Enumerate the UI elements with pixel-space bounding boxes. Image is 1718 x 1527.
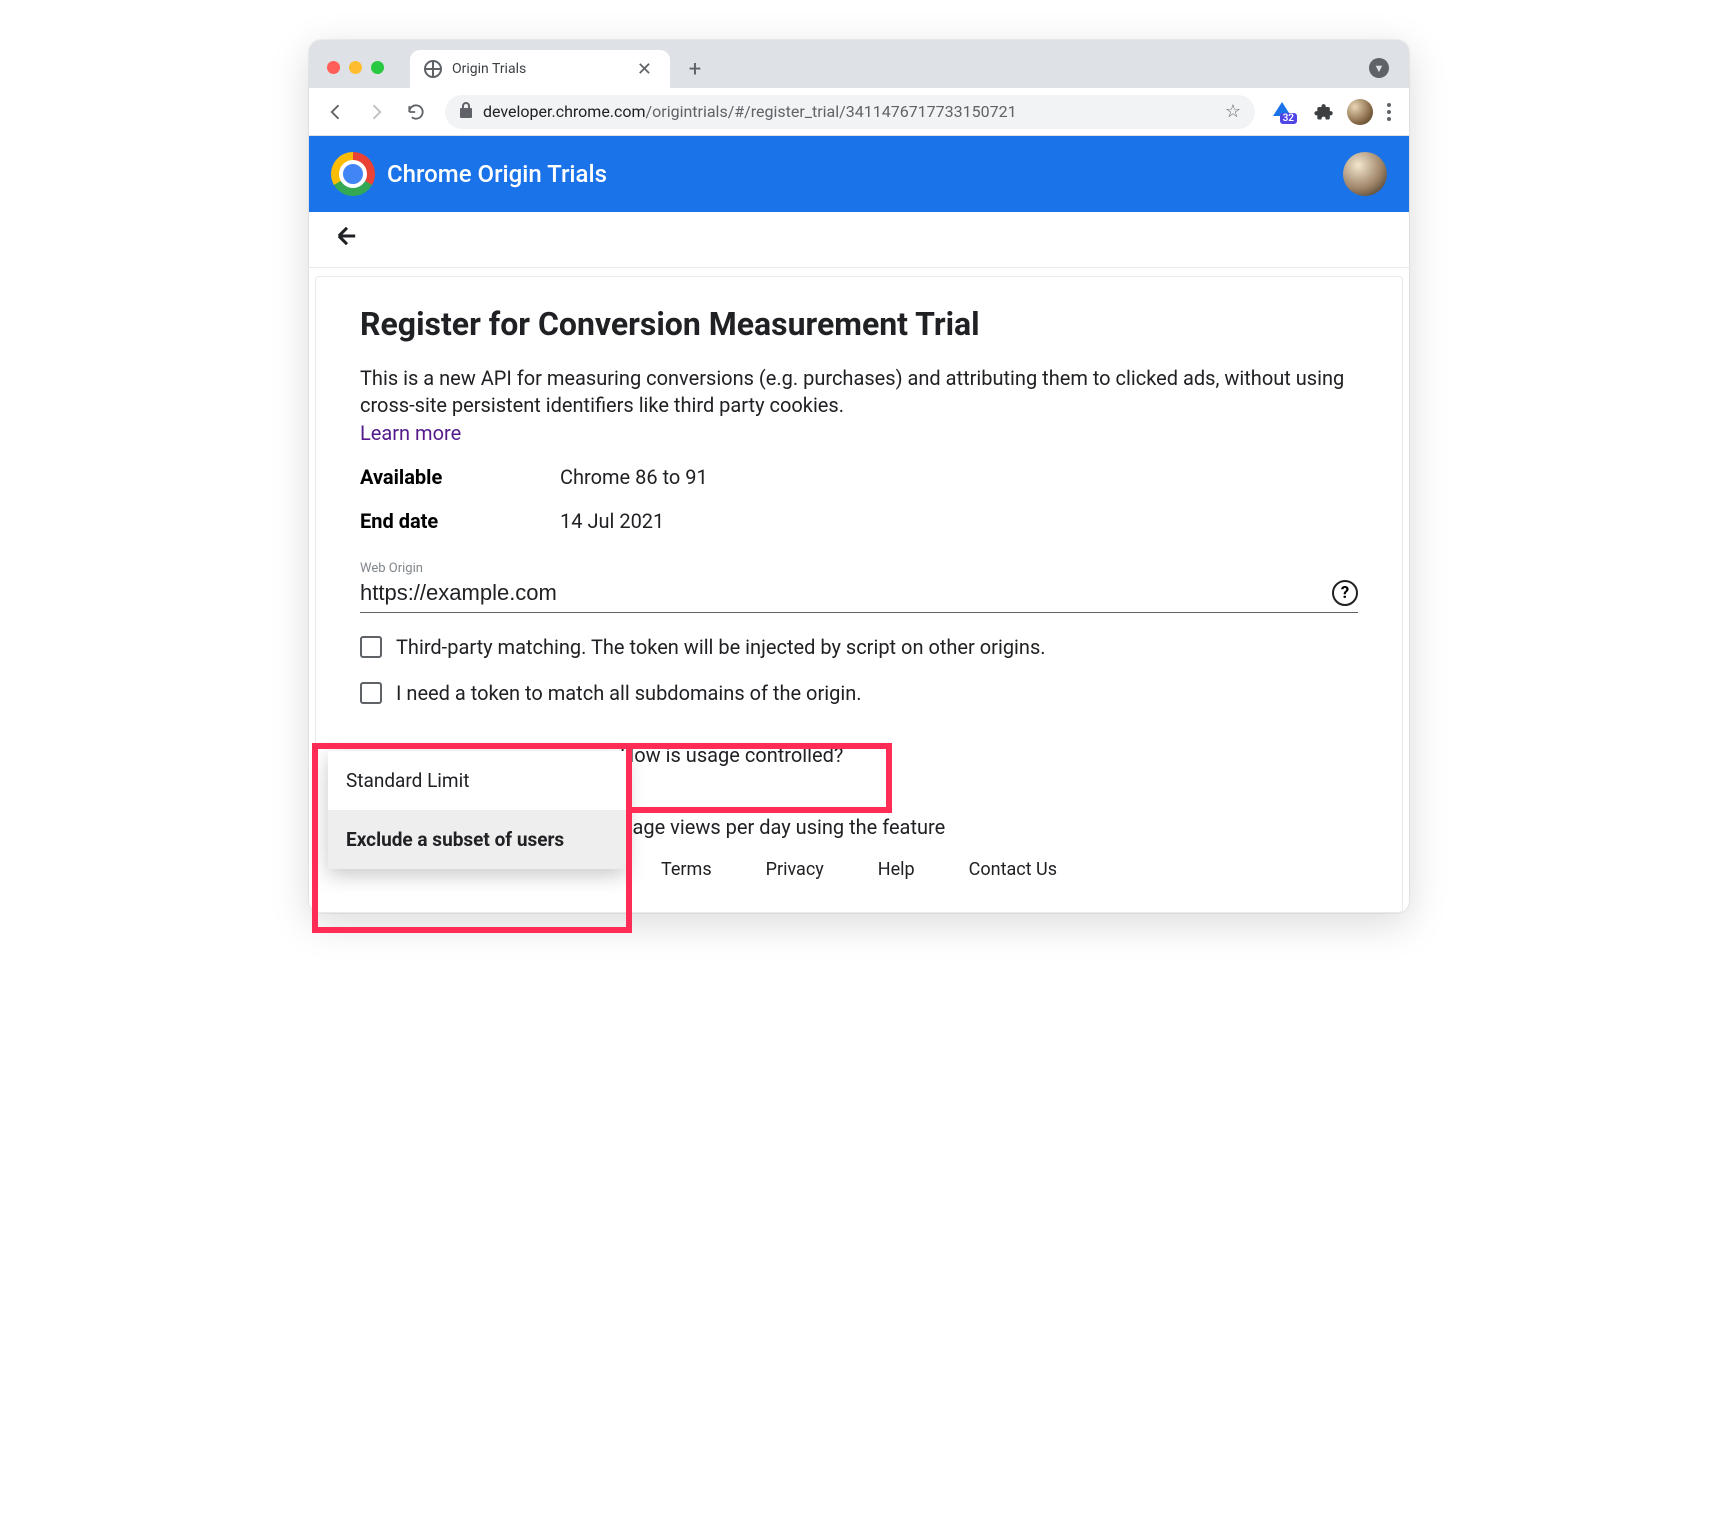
page-description: This is a new API for measuring conversi… [360, 365, 1358, 419]
web-origin-input[interactable] [360, 578, 1322, 608]
web-origin-label: Web Origin [360, 561, 1358, 576]
nav-forward-button[interactable] [359, 95, 393, 129]
url-text: developer.chrome.com/origintrials/#/regi… [483, 102, 1215, 121]
learn-more-link[interactable]: Learn more [360, 421, 461, 445]
reload-button[interactable] [399, 95, 433, 129]
available-value: Chrome 86 to 91 [560, 465, 708, 489]
profile-avatar-small[interactable] [1347, 99, 1373, 125]
footer-contact-link[interactable]: Contact Us [969, 859, 1057, 880]
subdomains-label: I need a token to match all subdomains o… [396, 681, 862, 705]
browser-toolbar: developer.chrome.com/origintrials/#/regi… [309, 88, 1409, 136]
window-controls [321, 61, 392, 88]
end-date-value: 14 Jul 2021 [560, 509, 664, 533]
browser-window: Origin Trials ✕ + ▼ developer.chrome.com… [309, 40, 1409, 913]
usage-controlled-link[interactable]: How is usage controlled? [620, 743, 843, 767]
chrome-logo-icon [331, 152, 375, 196]
close-tab-icon[interactable]: ✕ [633, 59, 656, 80]
third-party-checkbox[interactable] [360, 636, 382, 658]
lock-icon [459, 102, 473, 122]
globe-icon [424, 60, 442, 78]
footer-help-link[interactable]: Help [878, 859, 915, 880]
back-row [309, 212, 1409, 268]
app-title: Chrome Origin Trials [387, 160, 607, 188]
minimize-window-button[interactable] [349, 61, 362, 74]
dropdown-option-standard[interactable]: Standard Limit [328, 751, 626, 810]
tab-title: Origin Trials [452, 61, 623, 77]
tab-bar: Origin Trials ✕ + ▼ [309, 40, 1409, 88]
page-heading: Register for Conversion Measurement Tria… [360, 305, 1358, 343]
address-bar[interactable]: developer.chrome.com/origintrials/#/regi… [445, 95, 1255, 129]
page-back-button[interactable] [323, 216, 371, 263]
profile-avatar-large[interactable] [1343, 152, 1387, 196]
registration-card: Register for Conversion Measurement Tria… [315, 276, 1403, 913]
help-icon[interactable]: ? [1332, 580, 1358, 606]
bookmark-star-icon[interactable]: ☆ [1225, 101, 1241, 122]
expected-usage-label: Page views per day using the feature [620, 815, 945, 839]
browser-tab[interactable]: Origin Trials ✕ [410, 50, 670, 88]
end-date-label: End date [360, 509, 560, 533]
footer-privacy-link[interactable]: Privacy [766, 859, 824, 880]
browser-menu-button[interactable] [1379, 103, 1399, 121]
nav-back-button[interactable] [319, 95, 353, 129]
extension-badge: 32 [1280, 113, 1297, 124]
third-party-label: Third-party matching. The token will be … [396, 635, 1046, 659]
subdomains-checkbox[interactable] [360, 682, 382, 704]
app-header: Chrome Origin Trials [309, 136, 1409, 212]
extensions-puzzle-icon[interactable] [1307, 95, 1341, 129]
dropdown-option-exclude[interactable]: Exclude a subset of users [328, 810, 626, 869]
footer-terms-link[interactable]: Terms [661, 859, 712, 880]
new-tab-button[interactable]: + [680, 54, 710, 84]
close-window-button[interactable] [327, 61, 340, 74]
maximize-window-button[interactable] [371, 61, 384, 74]
available-label: Available [360, 465, 560, 489]
tabs-dropdown-icon[interactable]: ▼ [1369, 58, 1389, 78]
usage-restriction-dropdown: Standard Limit Exclude a subset of users [328, 751, 626, 869]
extension-icon[interactable]: 32 [1267, 95, 1301, 129]
